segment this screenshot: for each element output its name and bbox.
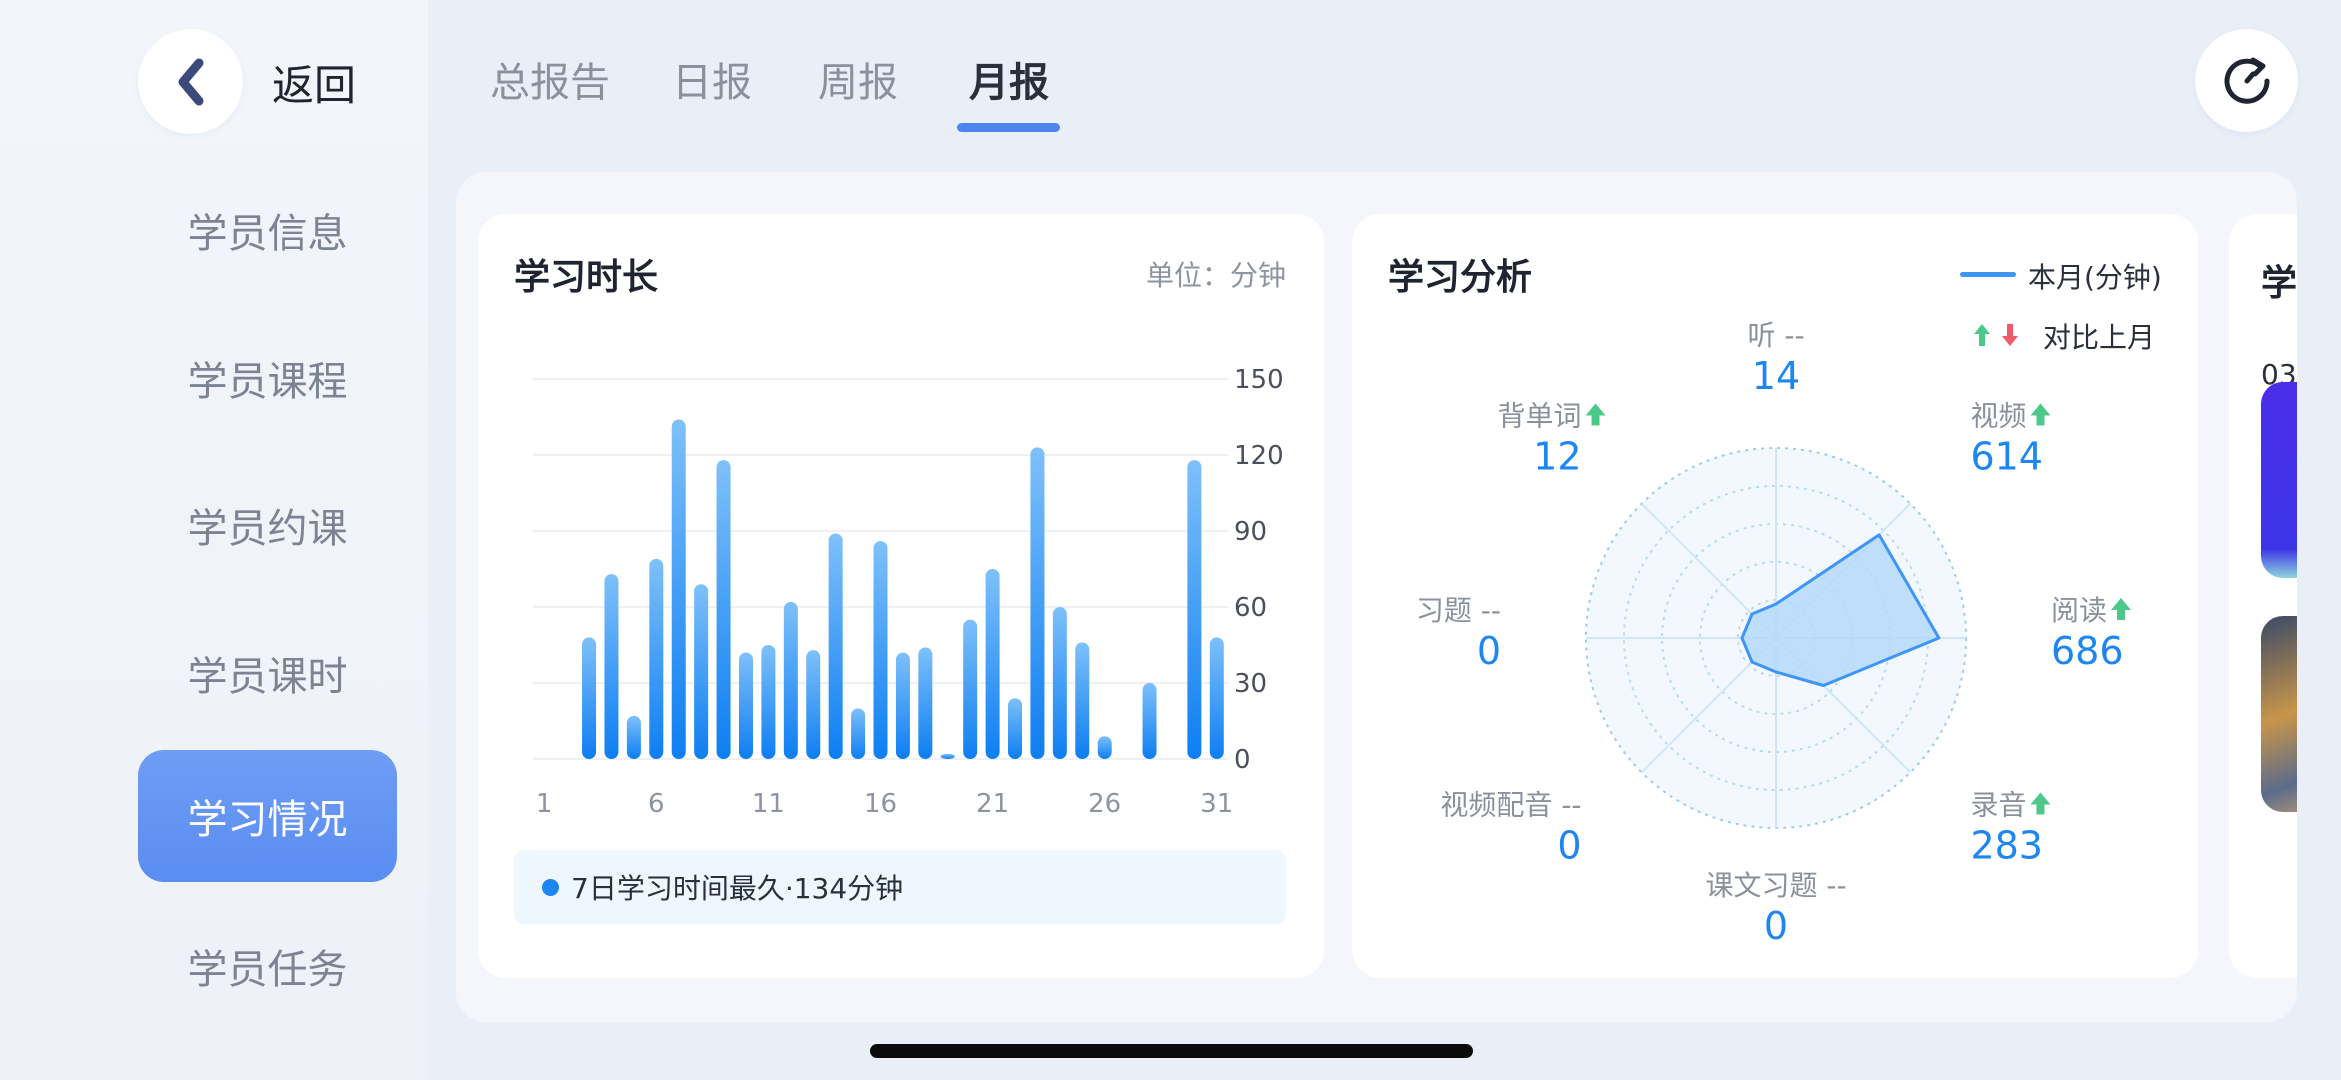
sidebar-item-student-courses[interactable]: 学员课程 xyxy=(138,312,397,444)
bar-day-12[interactable] xyxy=(783,601,798,759)
bar-day-15[interactable] xyxy=(851,708,866,759)
radar-dimension-value: 0 xyxy=(1557,823,1581,867)
bar-day-19[interactable] xyxy=(940,753,955,759)
radar-label-group: 习题 --0 xyxy=(1416,594,1501,673)
radar-label-group: 阅读686 xyxy=(2051,594,2132,673)
third-card-thumbnail-2[interactable] xyxy=(2261,616,2297,812)
bar-day-14[interactable] xyxy=(828,533,843,759)
bar-day-30[interactable] xyxy=(1187,460,1202,759)
third-card: 学 03 xyxy=(2229,214,2297,978)
x-tick-label: 11 xyxy=(752,789,785,814)
radar-dimension-name: 录音 xyxy=(1970,788,2026,821)
bar-day-20[interactable] xyxy=(963,619,978,759)
refresh-button[interactable] xyxy=(2195,29,2298,132)
bar-day-26[interactable] xyxy=(1097,736,1112,759)
radar-dimension-value: 283 xyxy=(1970,823,2043,867)
bar-day-5[interactable] xyxy=(626,715,641,759)
bar-day-17[interactable] xyxy=(895,652,910,759)
radar-label-group: 听 --14 xyxy=(1747,319,1804,398)
radar-label-group: 课文习题 --0 xyxy=(1705,869,1846,948)
third-card-title: 学 xyxy=(2261,263,2297,304)
home-indicator[interactable] xyxy=(870,1044,1473,1058)
study-analysis-card: 学习分析 本月(分钟) 对比上月 听 -- 14 视频 614 阅读 686 录音 283 课文… xyxy=(1352,214,2198,978)
arrow-up-icon xyxy=(2030,792,2051,815)
bar-day-16[interactable] xyxy=(873,541,888,759)
radar-dimension-value: 686 xyxy=(2051,629,2124,673)
radar-dimension-name: 阅读 xyxy=(2051,594,2107,627)
radar-label-group: 视频配音 --0 xyxy=(1440,788,1581,867)
radar-label-group: 视频614 xyxy=(1970,400,2051,479)
bar-day-31[interactable] xyxy=(1209,637,1224,759)
bar-day-23[interactable] xyxy=(1030,447,1045,759)
bar-day-21[interactable] xyxy=(985,569,1000,759)
back-button[interactable] xyxy=(138,29,243,134)
tab-monthly-report[interactable]: 月报 xyxy=(969,50,1049,108)
y-tick-label: 90 xyxy=(1234,517,1267,547)
bar-day-25[interactable] xyxy=(1075,642,1090,759)
bar-day-13[interactable] xyxy=(806,650,821,759)
radar-dimension-name: 视频 xyxy=(1970,400,2026,433)
tab-daily-report[interactable]: 日报 xyxy=(672,50,752,108)
third-card-thumbnail-1[interactable] xyxy=(2261,382,2297,578)
sidebar-item-student-info[interactable]: 学员信息 xyxy=(138,164,397,296)
radar-dimension-name: 视频配音 -- xyxy=(1440,788,1581,821)
tab-weekly-report[interactable]: 周报 xyxy=(818,50,898,108)
radar-dimension-name: 背单词 xyxy=(1498,400,1582,433)
bar-day-10[interactable] xyxy=(738,652,753,759)
summary-dot xyxy=(542,878,559,896)
study-time-bar-chart: 0306090120150 1 6 11 16 21 26 31 xyxy=(533,365,1284,814)
sidebar-item-student-tasks[interactable]: 学员任务 xyxy=(138,900,397,1032)
x-tick-label: 31 xyxy=(1200,789,1233,814)
bar-day-6[interactable] xyxy=(649,558,664,759)
sidebar: 返回 学员信息 学员课程 学员约课 学员课时 学习情况 学员任务 xyxy=(0,0,428,1080)
bar-day-7[interactable] xyxy=(671,419,686,759)
radar-dimension-value: 14 xyxy=(1752,354,1800,398)
x-tick-label: 1 xyxy=(536,789,553,814)
radar-dimension-value: 0 xyxy=(1477,629,1501,673)
study-time-card: 学习时长 单位：分钟 0 30 60 90 120 150 1 6 11 16 21 26 31 7日… xyxy=(478,214,1324,978)
radar-dimension-name: 听 -- xyxy=(1747,319,1804,352)
chevron-left-icon xyxy=(178,58,203,105)
summary-text: 7日学习时间最久·134分钟 xyxy=(571,872,904,905)
bar-day-3[interactable] xyxy=(582,637,597,759)
y-tick-label: 30 xyxy=(1234,669,1267,699)
sidebar-item-learning-status[interactable]: 学习情况 xyxy=(138,750,397,882)
radar-dimension-name: 课文习题 -- xyxy=(1705,869,1846,902)
arrow-up-icon xyxy=(1585,403,1606,426)
study-time-summary: 7日学习时间最久·134分钟 xyxy=(514,850,1286,924)
arrow-up-icon xyxy=(2111,598,2132,620)
refresh-icon xyxy=(2224,57,2270,104)
tab-overall-report[interactable]: 总报告 xyxy=(490,50,610,108)
bar-day-11[interactable] xyxy=(761,645,776,759)
bar-day-28[interactable] xyxy=(1142,683,1157,759)
radar-dimension-name: 习题 -- xyxy=(1416,594,1501,627)
radar-dimension-value: 12 xyxy=(1533,435,1581,479)
radar-label-group: 录音283 xyxy=(1970,788,2051,867)
study-analysis-radar-chart: 听 --14视频614阅读686录音283课文习题 --0视频配音 --0习题 … xyxy=(1416,319,2132,948)
bar-day-8[interactable] xyxy=(694,584,709,759)
x-tick-label: 6 xyxy=(648,789,665,814)
y-tick-label: 60 xyxy=(1234,593,1267,623)
x-tick-label: 21 xyxy=(976,789,1009,814)
bar-day-24[interactable] xyxy=(1052,607,1067,759)
y-tick-label: 120 xyxy=(1234,441,1284,471)
bar-day-22[interactable] xyxy=(1008,698,1023,759)
bar-day-4[interactable] xyxy=(604,574,619,759)
bar-day-18[interactable] xyxy=(918,647,933,759)
y-tick-label: 0 xyxy=(1234,745,1251,775)
x-tick-label: 16 xyxy=(864,789,897,814)
y-tick-label: 150 xyxy=(1234,365,1284,395)
arrow-up-icon xyxy=(2030,403,2051,426)
bar-day-9[interactable] xyxy=(716,460,731,759)
sidebar-item-student-booking[interactable]: 学员约课 xyxy=(138,459,397,591)
sidebar-item-student-hours[interactable]: 学员课时 xyxy=(138,607,397,739)
radar-dimension-value: 614 xyxy=(1970,435,2043,479)
radar-dimension-value: 0 xyxy=(1764,904,1788,948)
back-label[interactable]: 返回 xyxy=(272,52,356,113)
active-tab-indicator xyxy=(957,123,1060,132)
radar-label-group: 背单词12 xyxy=(1498,400,1606,479)
main-panel: 学习时长 单位：分钟 0 30 60 90 120 150 1 6 11 16 21 26 31 7日… xyxy=(456,172,2297,1022)
x-tick-label: 26 xyxy=(1088,789,1121,814)
